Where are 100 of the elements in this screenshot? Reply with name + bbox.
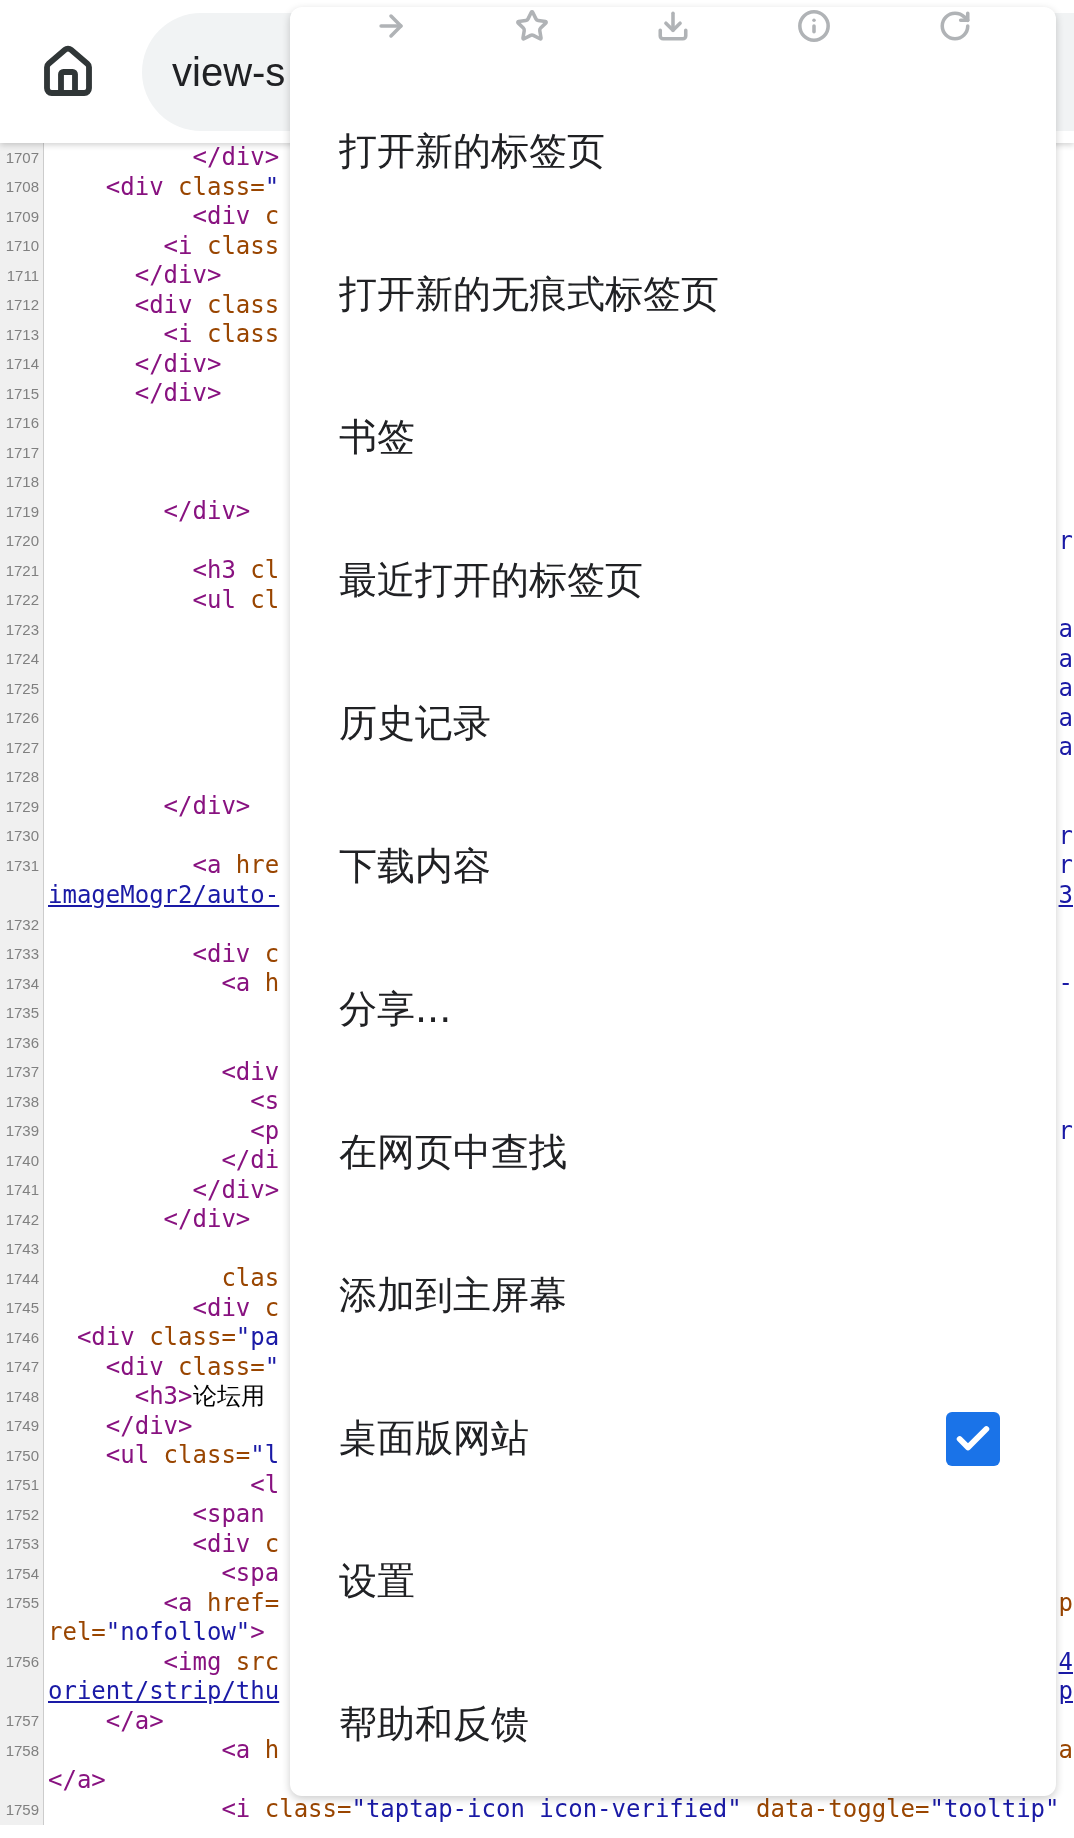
code-tag: <s xyxy=(48,1087,280,1117)
code-attribute: class= xyxy=(177,172,265,202)
code-tag: <div xyxy=(48,1293,251,1323)
menu-item[interactable]: 打开新的标签页 xyxy=(290,80,1056,223)
code-value: a xyxy=(1058,674,1073,704)
menu-item[interactable]: 分享... xyxy=(290,938,1056,1081)
code-link[interactable]: orient/strip/thu xyxy=(48,1677,280,1707)
code-tag: <a xyxy=(48,969,251,999)
code-tag: <h3 xyxy=(48,556,236,586)
code-attribute: cl xyxy=(249,585,280,615)
code-link[interactable]: 4 xyxy=(1058,1647,1073,1677)
code-attribute: class= xyxy=(177,1352,265,1382)
line-number: 1719 xyxy=(5,501,39,522)
menu-item[interactable]: 书签 xyxy=(290,366,1056,509)
checkbox[interactable] xyxy=(946,1411,1000,1466)
code-tag: <ul xyxy=(48,585,236,615)
line-number: 1724 xyxy=(5,649,39,669)
line-number: 1735 xyxy=(5,1003,39,1023)
code-tag: <div xyxy=(48,1352,164,1382)
menu-item[interactable]: 历史记录 xyxy=(290,652,1056,795)
line-number: 1740 xyxy=(5,1150,39,1171)
menu-item[interactable]: 帮助和反馈 xyxy=(290,1653,1056,1796)
code-tag: </div> xyxy=(48,1411,193,1441)
line-number: 1732 xyxy=(5,914,39,935)
code-tag: <i xyxy=(48,231,193,261)
code-attribute: class= xyxy=(148,1323,236,1353)
code-value: "nofollow" xyxy=(105,1618,251,1648)
code-link[interactable]: p xyxy=(1058,1677,1073,1707)
code-tag: <h3> xyxy=(48,1382,193,1412)
line-number: 1743 xyxy=(5,1239,39,1259)
line-number: 1722 xyxy=(5,590,39,610)
code-tag: <ul xyxy=(48,1441,150,1471)
code-tag: <div xyxy=(48,202,251,232)
code-tag: <div xyxy=(48,939,251,969)
line-number: 1749 xyxy=(5,1416,39,1436)
line-number: 1716 xyxy=(5,413,39,433)
line-number: 1756 xyxy=(5,1652,39,1672)
code-value: - xyxy=(1058,969,1073,999)
line-number: 1734 xyxy=(5,973,39,994)
menu-item[interactable]: 设置 xyxy=(290,1510,1056,1653)
line-number: 1728 xyxy=(5,767,39,787)
line-number: 1757 xyxy=(5,1711,39,1731)
code-attribute: cl xyxy=(249,556,280,586)
menu-item[interactable]: 桌面版网站 xyxy=(290,1367,1056,1510)
code-tag: </div> xyxy=(48,792,251,822)
line-number: 1733 xyxy=(5,944,39,964)
line-number: 1748 xyxy=(5,1386,39,1407)
code-attribute: src xyxy=(234,1647,280,1677)
code-tag: <div xyxy=(48,1323,135,1353)
code-attribute: c xyxy=(263,202,280,232)
code-tag: <div xyxy=(48,290,193,320)
refresh-icon[interactable] xyxy=(938,9,973,43)
line-number: 1739 xyxy=(5,1121,39,1141)
menu-item[interactable]: 打开新的无痕式标签页 xyxy=(290,223,1056,366)
code-tag: </div> xyxy=(48,1175,280,1205)
code-attribute: c xyxy=(263,939,280,969)
line-number: 1727 xyxy=(5,737,39,758)
code-attribute: class= xyxy=(263,1795,352,1825)
code-attribute: c xyxy=(263,1529,280,1559)
line-number: 1725 xyxy=(5,678,39,699)
code-link[interactable]: 3 xyxy=(1058,880,1073,910)
menu-item[interactable]: 在网页中查找 xyxy=(290,1081,1056,1224)
code-attribute: clas xyxy=(220,1264,280,1294)
code-tag: <a xyxy=(48,1736,251,1766)
code-value: " xyxy=(264,1352,280,1382)
line-number: 1737 xyxy=(5,1062,39,1082)
code-text: 论坛用 xyxy=(192,1382,265,1412)
line-number: 1758 xyxy=(5,1740,39,1761)
line-number: 1754 xyxy=(5,1563,39,1584)
code-tag: > xyxy=(250,1618,265,1648)
line-number: 1751 xyxy=(5,1475,39,1495)
line-number: 1741 xyxy=(5,1180,39,1200)
code-tag: <div xyxy=(48,172,164,202)
code-attribute: data-toggle= xyxy=(755,1795,930,1825)
code-tag: </div> xyxy=(48,143,280,173)
code-tag: </a> xyxy=(48,1706,164,1736)
code-attribute: p xyxy=(1058,1588,1073,1618)
menu-item[interactable]: 最近打开的标签页 xyxy=(290,509,1056,652)
menu-item[interactable]: 添加到主屏幕 xyxy=(290,1224,1056,1367)
code-value: "l xyxy=(250,1441,280,1471)
code-value: r xyxy=(1058,821,1073,851)
code-tag: <i xyxy=(48,320,193,350)
line-number: 1755 xyxy=(5,1593,39,1613)
star-icon[interactable] xyxy=(514,9,549,43)
code-tag: </div> xyxy=(48,497,251,527)
code-link[interactable]: imageMogr2/auto- xyxy=(48,880,280,910)
code-tag: </div> xyxy=(48,349,222,379)
code-tag: </div> xyxy=(48,261,222,291)
download-icon[interactable] xyxy=(655,9,690,43)
code-tag: <div xyxy=(48,1057,280,1087)
code-tag: <span xyxy=(48,1500,265,1530)
code-attribute: h xyxy=(263,969,280,999)
code-tag: <div xyxy=(48,1529,251,1559)
line-number: 1759 xyxy=(5,1799,39,1820)
code-attribute: class xyxy=(205,320,280,350)
info-icon[interactable] xyxy=(797,9,832,43)
code-value: a xyxy=(1058,644,1073,674)
line-number: 1712 xyxy=(5,295,39,315)
menu-item[interactable]: 下载内容 xyxy=(290,795,1056,938)
code-attribute: c xyxy=(263,1293,280,1323)
